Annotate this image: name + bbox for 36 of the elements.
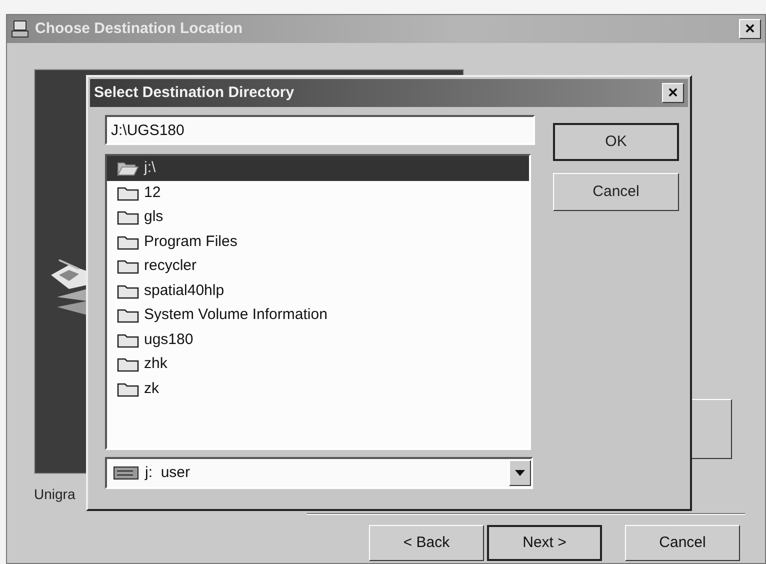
path-field[interactable]: J:\UGS180 [105, 115, 535, 145]
dialog-title: Select Destination Directory [94, 82, 294, 103]
dialog-button[interactable]: Cancel [553, 173, 679, 211]
close-button[interactable]: × [662, 83, 684, 103]
folder-icon [117, 209, 139, 226]
folder-icon [117, 356, 139, 372]
folder-icon [117, 307, 139, 324]
folder-row[interactable]: ugs180 [107, 328, 529, 352]
window-title: Choose Destination Location [35, 18, 243, 39]
dialog-button[interactable]: OK [553, 123, 679, 161]
folder-row[interactable]: zhk [107, 352, 529, 376]
wizard-button[interactable]: Cancel [625, 525, 740, 561]
folder-row[interactable]: recycler [107, 254, 529, 278]
wizard-button[interactable]: Next > [487, 525, 602, 561]
hidden-button[interactable] [690, 399, 732, 459]
wizard-button[interactable]: < Back [369, 525, 484, 561]
folder-icon [117, 234, 139, 250]
folder-row[interactable]: j:\ [107, 156, 529, 180]
folder-icon [117, 184, 139, 201]
folder-row[interactable]: zk [107, 376, 529, 401]
folder-row[interactable]: Program Files [107, 230, 529, 254]
folder-icon [117, 160, 139, 176]
folder-icon [117, 258, 139, 274]
folder-icon [117, 332, 139, 348]
close-button[interactable]: × [739, 19, 761, 39]
setup-icon [11, 19, 31, 39]
product-caption: Unigra [34, 485, 76, 504]
folder-row[interactable]: System Volume Information [107, 303, 529, 328]
folder-icon [117, 282, 139, 299]
drive-dropdown[interactable]: j: user [105, 457, 533, 489]
folder-row[interactable]: 12 [107, 180, 529, 205]
caret-icon [515, 470, 525, 476]
folder-row[interactable]: spatial40hlp [107, 278, 529, 303]
folder-row[interactable]: gls [107, 205, 529, 230]
drive-icon [113, 466, 139, 480]
folder-icon [117, 380, 139, 397]
